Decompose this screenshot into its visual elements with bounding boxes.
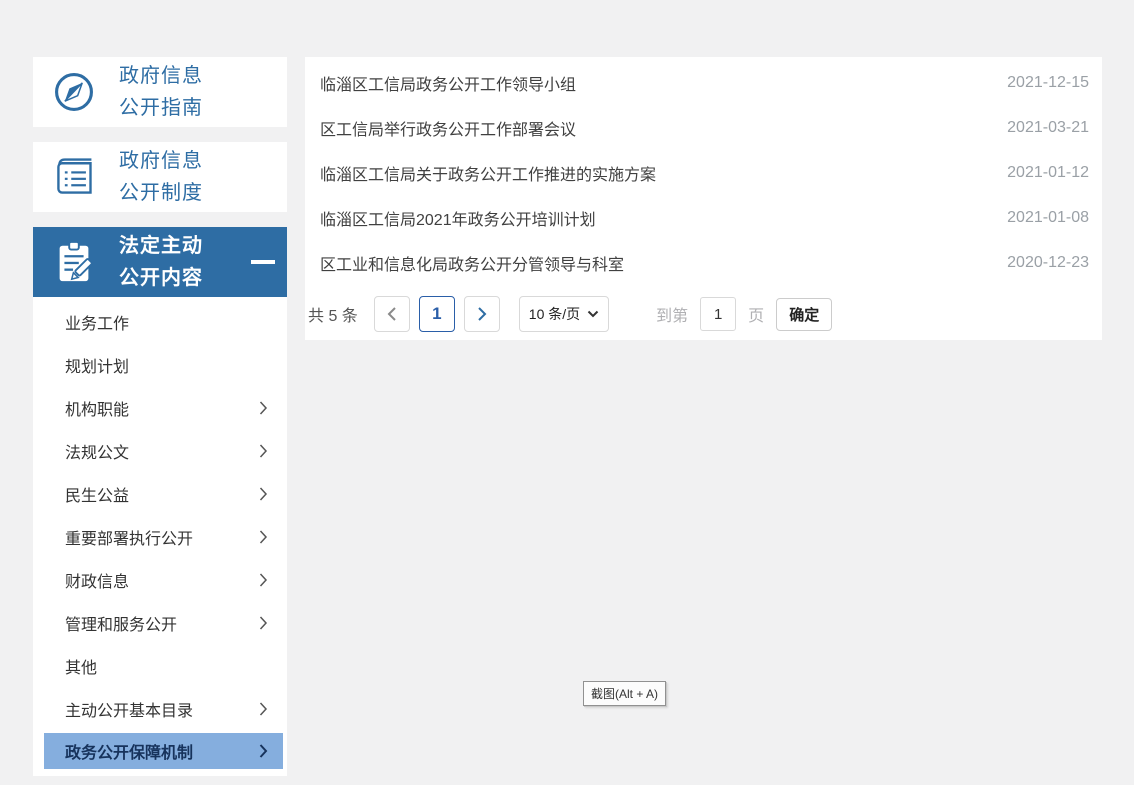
menu-item-label: 财政信息 bbox=[65, 568, 129, 592]
page-size-label: 10 条/页 bbox=[529, 304, 580, 324]
sidebar-item-fiscal-info[interactable]: 财政信息 bbox=[33, 558, 287, 601]
notebook-icon bbox=[49, 155, 99, 199]
sidebar-item-management-services[interactable]: 管理和服务公开 bbox=[33, 601, 287, 644]
sidebar-item-key-deployments[interactable]: 重要部署执行公开 bbox=[33, 515, 287, 558]
next-page-button[interactable] bbox=[464, 296, 500, 332]
menu-item-label: 机构职能 bbox=[65, 396, 129, 420]
chevron-right-icon bbox=[259, 702, 268, 716]
chevron-down-icon bbox=[587, 310, 599, 318]
pagination-bar: 共 5 条 1 10 条/页 到第 页 确定 bbox=[305, 296, 1102, 332]
menu-item-label: 其他 bbox=[65, 654, 97, 678]
article-row: 临淄区工信局政务公开工作领导小组 2021-12-15 bbox=[305, 60, 1102, 105]
sidebar-item-business-work[interactable]: 业务工作 bbox=[33, 300, 287, 343]
article-date: 2021-01-12 bbox=[1007, 164, 1089, 182]
sidebar: 政府信息 公开指南 政府信息 公开制度 bbox=[33, 57, 287, 776]
sidebar-card-title: 法定主动 公开内容 bbox=[119, 230, 203, 294]
page-number-label: 1 bbox=[432, 304, 441, 324]
sidebar-card-gov-info-guide[interactable]: 政府信息 公开指南 bbox=[33, 57, 287, 127]
clipboard-pen-icon bbox=[49, 239, 99, 285]
page-number-button-1[interactable]: 1 bbox=[419, 296, 455, 332]
card-title-line2: 公开内容 bbox=[119, 267, 203, 289]
article-list-panel: 临淄区工信局政务公开工作领导小组 2021-12-15 区工信局举行政务公开工作… bbox=[305, 57, 1102, 340]
menu-item-label: 规划计划 bbox=[65, 353, 129, 377]
sidebar-menu: 业务工作 规划计划 机构职能 法规公文 民生公益 重要部署执行公开 财政信息 管… bbox=[33, 297, 287, 776]
sidebar-item-livelihood-welfare[interactable]: 民生公益 bbox=[33, 472, 287, 515]
sidebar-card-statutory-disclosure[interactable]: 法定主动 公开内容 bbox=[33, 227, 287, 297]
article-date: 2021-12-15 bbox=[1007, 74, 1089, 92]
confirm-button[interactable]: 确定 bbox=[776, 298, 832, 331]
chevron-right-icon bbox=[259, 616, 268, 630]
prev-page-button[interactable] bbox=[374, 296, 410, 332]
sidebar-item-guarantee-mechanism[interactable]: 政务公开保障机制 bbox=[44, 733, 283, 769]
goto-suffix-label: 页 bbox=[748, 302, 764, 326]
article-link[interactable]: 区工业和信息化局政务公开分管领导与科室 bbox=[320, 251, 624, 275]
article-row: 区工信局举行政务公开工作部署会议 2021-03-21 bbox=[305, 105, 1102, 150]
article-link[interactable]: 区工信局举行政务公开工作部署会议 bbox=[320, 116, 576, 140]
card-title-line2: 公开制度 bbox=[119, 182, 203, 204]
article-link[interactable]: 临淄区工信局2021年政务公开培训计划 bbox=[320, 206, 596, 230]
goto-page-input[interactable] bbox=[700, 297, 736, 331]
chevron-right-icon bbox=[259, 744, 268, 758]
page-size-select[interactable]: 10 条/页 bbox=[519, 296, 609, 332]
sidebar-card-title: 政府信息 公开制度 bbox=[119, 145, 203, 209]
chevron-right-icon bbox=[476, 306, 488, 322]
menu-item-label: 管理和服务公开 bbox=[65, 611, 177, 635]
menu-item-label: 主动公开基本目录 bbox=[65, 697, 193, 721]
article-row: 区工业和信息化局政务公开分管领导与科室 2020-12-23 bbox=[305, 240, 1102, 285]
menu-item-label: 政务公开保障机制 bbox=[65, 739, 193, 763]
pagination-total-label: 共 5 条 bbox=[308, 302, 358, 326]
sidebar-item-catalog[interactable]: 主动公开基本目录 bbox=[33, 687, 287, 730]
article-row: 临淄区工信局关于政务公开工作推进的实施方案 2021-01-12 bbox=[305, 150, 1102, 195]
article-date: 2021-03-21 bbox=[1007, 119, 1089, 137]
sidebar-item-planning[interactable]: 规划计划 bbox=[33, 343, 287, 386]
chevron-right-icon bbox=[259, 401, 268, 415]
sidebar-item-organization-functions[interactable]: 机构职能 bbox=[33, 386, 287, 429]
article-date: 2020-12-23 bbox=[1007, 254, 1089, 272]
article-link[interactable]: 临淄区工信局政务公开工作领导小组 bbox=[320, 71, 576, 95]
screenshot-tooltip: 截图(Alt + A) bbox=[583, 681, 666, 706]
sidebar-card-gov-info-system[interactable]: 政府信息 公开制度 bbox=[33, 142, 287, 212]
article-date: 2021-01-08 bbox=[1007, 209, 1089, 227]
card-title-line1: 政府信息 bbox=[119, 65, 203, 87]
collapse-minus-icon bbox=[251, 260, 275, 264]
article-link[interactable]: 临淄区工信局关于政务公开工作推进的实施方案 bbox=[320, 161, 656, 185]
chevron-left-icon bbox=[386, 306, 398, 322]
menu-item-label: 法规公文 bbox=[65, 439, 129, 463]
menu-item-label: 重要部署执行公开 bbox=[65, 525, 193, 549]
chevron-right-icon bbox=[259, 530, 268, 544]
compass-icon bbox=[49, 70, 99, 114]
menu-item-label: 民生公益 bbox=[65, 482, 129, 506]
menu-item-label: 业务工作 bbox=[65, 310, 129, 334]
card-title-line1: 政府信息 bbox=[119, 150, 203, 172]
chevron-right-icon bbox=[259, 573, 268, 587]
sidebar-item-other[interactable]: 其他 bbox=[33, 644, 287, 687]
card-title-line1: 法定主动 bbox=[119, 235, 203, 257]
sidebar-card-title: 政府信息 公开指南 bbox=[119, 60, 203, 124]
goto-prefix-label: 到第 bbox=[656, 302, 688, 326]
sidebar-item-regulations-documents[interactable]: 法规公文 bbox=[33, 429, 287, 472]
article-row: 临淄区工信局2021年政务公开培训计划 2021-01-08 bbox=[305, 195, 1102, 240]
card-title-line2: 公开指南 bbox=[119, 97, 203, 119]
chevron-right-icon bbox=[259, 487, 268, 501]
chevron-right-icon bbox=[259, 444, 268, 458]
